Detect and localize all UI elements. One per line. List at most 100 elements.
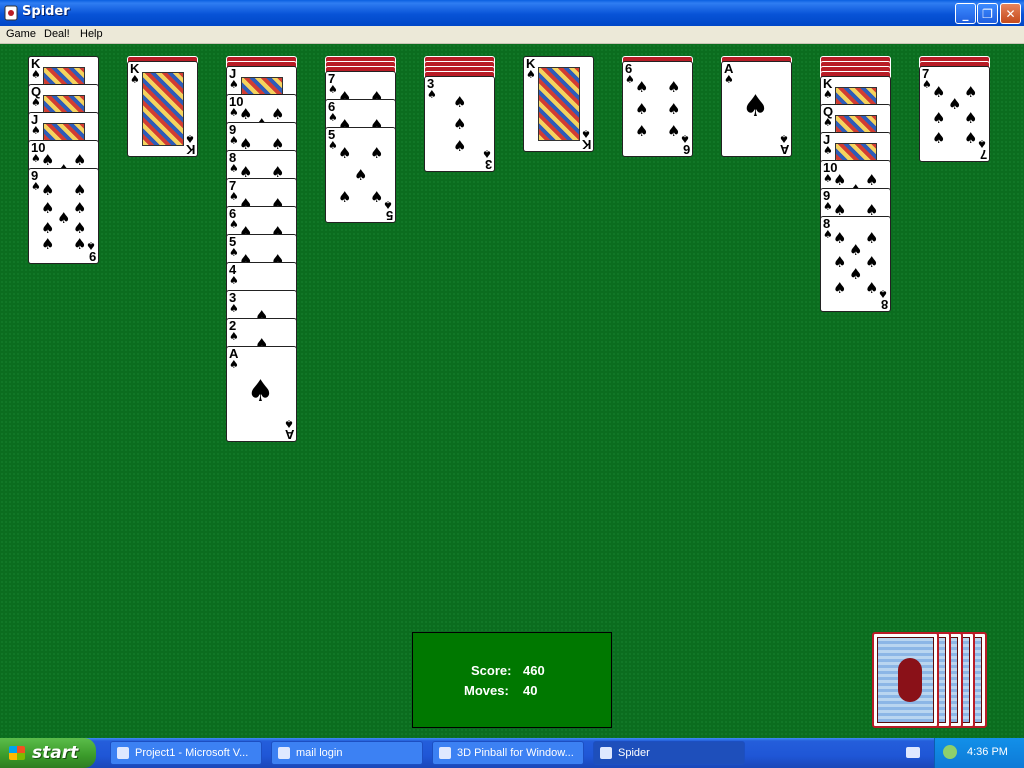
spade-icon: ♠ <box>823 144 833 157</box>
window-title: Spider <box>22 4 70 19</box>
minimize-button[interactable]: _ <box>955 3 976 24</box>
spider-app-icon <box>4 5 18 21</box>
spade-icon: ♠ <box>185 132 195 145</box>
spade-icon: ♠ <box>823 88 833 101</box>
spade-icon: ♠ <box>453 137 467 155</box>
spade-icon: ♠ <box>724 73 734 86</box>
maximize-button[interactable]: ❐ <box>977 3 998 24</box>
card-6-spades[interactable]: 6 ♠ ♠ ♠ ♠ ♠ ♠ ♠ 6 ♠ <box>622 61 693 157</box>
spade-icon: ♠ <box>229 190 239 203</box>
spade-icon: ♠ <box>964 129 978 147</box>
card-3-spades[interactable]: 3 ♠ ♠ ♠ ♠ 3 ♠ <box>424 76 495 172</box>
spade-icon: ♠ <box>865 229 879 247</box>
spade-icon: ♠ <box>625 73 635 86</box>
face-card-portrait <box>538 67 580 141</box>
menu-game[interactable]: Game <box>2 27 40 41</box>
spade-icon: ♠ <box>41 199 55 217</box>
spade-icon: ♠ <box>73 219 87 237</box>
card-k-spades[interactable]: K ♠ K ♠ <box>127 61 198 157</box>
spade-icon: ♠ <box>130 73 140 86</box>
spade-icon: ♠ <box>932 109 946 127</box>
spade-icon: ♠ <box>31 152 41 165</box>
spade-icon: ♠ <box>667 100 681 118</box>
pinball-icon <box>439 747 451 759</box>
spade-icon: ♠ <box>338 188 352 206</box>
spade-icon: ♠ <box>680 132 690 145</box>
spade-icon: ♠ <box>526 68 536 81</box>
task-label: mail login <box>296 747 343 759</box>
spade-icon: ♠ <box>833 279 847 297</box>
spade-icon: ♠ <box>31 180 41 193</box>
spade-icon: ♠ <box>41 219 55 237</box>
spade-icon: ♠ <box>833 171 847 189</box>
card-a-spades[interactable]: A ♠ ♠ A ♠ <box>226 346 297 442</box>
card-7-spades[interactable]: 7 ♠ ♠ ♠ ♠ ♠ ♠ ♠ ♠ 7 ♠ <box>919 66 990 162</box>
spade-icon: ♠ <box>370 188 384 206</box>
spade-icon: ♠ <box>667 78 681 96</box>
spade-icon: ♠ <box>453 115 467 133</box>
spade-icon: ♠ <box>865 171 879 189</box>
task-label: Project1 - Microsoft V... <box>135 747 249 759</box>
spade-icon: ♠ <box>31 96 41 109</box>
task-mail-login[interactable]: mail login <box>271 741 423 765</box>
spade-icon: ♠ <box>878 287 888 300</box>
spade-icon: ♠ <box>31 124 41 137</box>
score-box: Score: 460 Moves: 40 <box>412 632 612 728</box>
start-label: start <box>32 743 79 763</box>
windows-logo-icon <box>9 746 25 760</box>
spade-icon: ♠ <box>284 417 294 430</box>
close-button[interactable]: ✕ <box>1000 3 1021 24</box>
spade-icon: ♠ <box>229 274 239 287</box>
spade-icon: ♠ <box>427 88 437 101</box>
spade-icon: ♠ <box>823 116 833 129</box>
spade-icon: ♠ <box>41 151 55 169</box>
title-bar[interactable]: Spider _ ❐ ✕ <box>0 0 1024 26</box>
spade-icon: ♠ <box>247 374 274 409</box>
spider-task-icon <box>600 747 612 759</box>
spade-icon: ♠ <box>948 95 962 113</box>
stock-card[interactable] <box>872 632 939 728</box>
spade-icon: ♠ <box>328 139 338 152</box>
vb-project-icon <box>117 747 129 759</box>
moves-value: 40 <box>523 683 538 698</box>
keyboard-icon[interactable] <box>906 747 920 758</box>
spade-icon: ♠ <box>370 144 384 162</box>
card-9-spades[interactable]: 9 ♠ ♠ ♠ ♠ ♠ ♠ ♠ ♠ ♠ ♠ 9 ♠ <box>28 168 99 264</box>
spade-icon: ♠ <box>229 330 239 343</box>
spade-icon: ♠ <box>73 151 87 169</box>
spade-icon: ♠ <box>932 83 946 101</box>
spade-icon: ♠ <box>667 122 681 140</box>
start-button[interactable]: start <box>0 738 96 768</box>
menu-deal[interactable]: Deal! <box>40 27 74 41</box>
card-8-spades[interactable]: 8 ♠ ♠ ♠ ♠ ♠ ♠ ♠ ♠ ♠ 8 ♠ <box>820 216 891 312</box>
spade-icon: ♠ <box>833 253 847 271</box>
task-project1[interactable]: Project1 - Microsoft V... <box>110 741 262 765</box>
spade-icon: ♠ <box>823 228 833 241</box>
card-a-spades[interactable]: A ♠ ♠ A ♠ <box>721 61 792 157</box>
network-icon[interactable] <box>943 745 957 759</box>
task-label: 3D Pinball for Window... <box>457 747 574 759</box>
game-table: Score: 460 Moves: 40 K♠Q♠J♠10♠♠♠♠♠♠♠♠♠♠♠… <box>0 44 1024 738</box>
spade-icon: ♠ <box>86 239 96 252</box>
score-label: Score: <box>471 663 512 678</box>
spade-icon: ♠ <box>31 68 41 81</box>
menu-bar: Game Deal! Help <box>0 26 1024 44</box>
spade-icon: ♠ <box>964 109 978 127</box>
task-spider[interactable]: Spider <box>593 741 745 765</box>
spade-icon: ♠ <box>239 105 253 123</box>
spade-icon: ♠ <box>229 246 239 259</box>
spade-icon: ♠ <box>229 358 239 371</box>
card-k-spades[interactable]: K ♠ K ♠ <box>523 56 594 152</box>
taskbar: start Project1 - Microsoft V... mail log… <box>0 738 1024 768</box>
spade-icon: ♠ <box>742 89 769 124</box>
score-value: 460 <box>523 663 545 678</box>
spade-icon: ♠ <box>328 83 338 96</box>
spade-icon: ♠ <box>73 181 87 199</box>
spider-icon <box>898 658 922 702</box>
menu-help[interactable]: Help <box>76 27 107 41</box>
task-pinball[interactable]: 3D Pinball for Window... <box>432 741 584 765</box>
spade-icon: ♠ <box>977 137 987 150</box>
spade-icon: ♠ <box>849 241 863 259</box>
spider-web-icon <box>877 637 934 723</box>
card-5-spades[interactable]: 5 ♠ ♠ ♠ ♠ ♠ ♠ 5 ♠ <box>325 127 396 223</box>
